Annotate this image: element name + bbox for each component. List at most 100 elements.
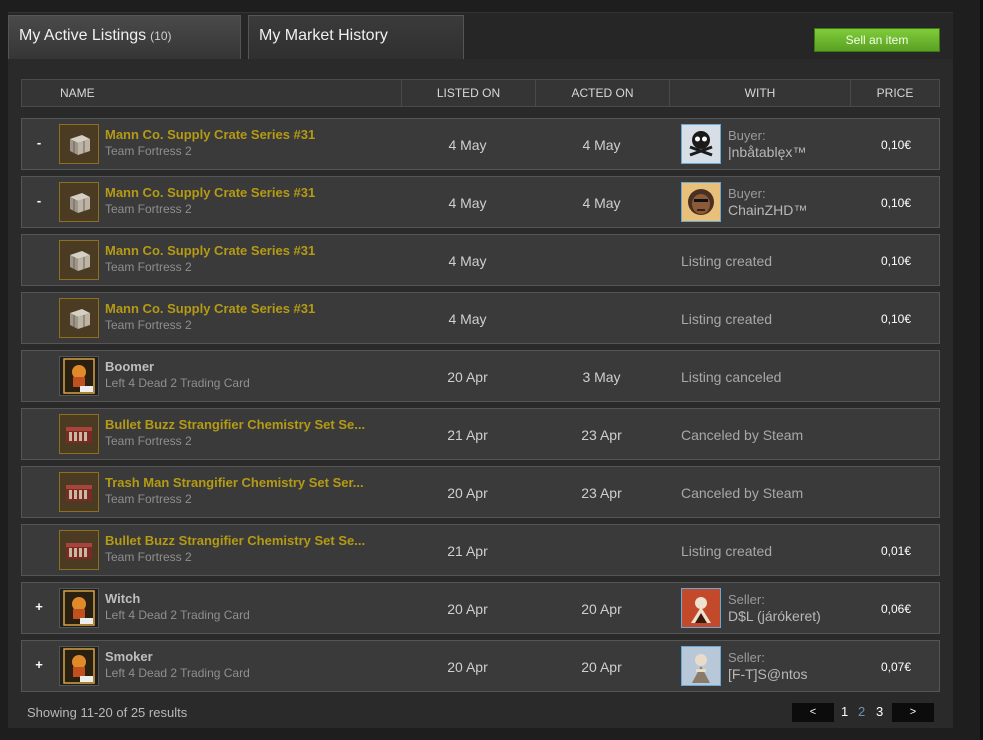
partner-name-link[interactable]: [F-T]S@ntos	[728, 666, 808, 682]
listing-status: Listing created	[681, 543, 773, 559]
game-name: Left 4 Dead 2 Trading Card	[105, 666, 250, 680]
tab-bar: My Active Listings (10) My Market History…	[8, 12, 953, 60]
game-name: Team Fortress 2	[105, 202, 192, 216]
previous-page-button[interactable]: <	[792, 703, 834, 722]
collapse-toggle[interactable]: -	[32, 193, 46, 209]
sell-an-item-button[interactable]: Sell an item	[814, 28, 940, 52]
tab-my-active-listings[interactable]: My Active Listings (10)	[8, 15, 241, 60]
listed-on-date: 20 Apr	[447, 485, 488, 501]
item-name-link[interactable]: Mann Co. Supply Crate Series #31	[105, 301, 403, 316]
table-row: + Smoker Left 4 Dead 2 Trading Card 20 Apr 2…	[21, 640, 940, 692]
column-header-name: NAME	[60, 86, 95, 100]
listing-status: Listing created	[681, 311, 773, 327]
game-name: Team Fortress 2	[105, 260, 192, 274]
acted-on-date: 20 Apr	[581, 601, 622, 617]
tab-my-market-history[interactable]: My Market History	[248, 15, 464, 60]
partner-role: Seller:	[728, 650, 765, 665]
acted-on-date: 4 May	[582, 195, 621, 211]
red-avatar[interactable]	[681, 588, 721, 628]
column-header-acted-on: ACTED ON	[535, 80, 669, 106]
page-3-link[interactable]: 3	[876, 704, 883, 719]
collapse-toggle[interactable]: -	[32, 135, 46, 151]
chemistry-set-icon[interactable]	[59, 414, 99, 454]
face-avatar[interactable]	[681, 182, 721, 222]
crate-icon[interactable]	[59, 240, 99, 280]
price: 0,10€	[880, 312, 912, 326]
price: 0,10€	[880, 196, 912, 210]
trade-partner: Buyer: ChainZHD™	[728, 186, 807, 218]
item-name-link[interactable]: Bullet Buzz Strangifier Chemistry Set Se…	[105, 533, 403, 548]
game-name: Team Fortress 2	[105, 318, 192, 332]
page-2-link[interactable]: 2	[858, 704, 865, 719]
l4d2-card-icon[interactable]	[59, 646, 99, 686]
listing-status: Listing created	[681, 253, 773, 269]
game-name: Team Fortress 2	[105, 144, 192, 158]
trade-partner: Seller: [F-T]S@ntos	[728, 650, 808, 682]
skull-avatar[interactable]	[681, 124, 721, 164]
listing-status: Canceled by Steam	[681, 485, 804, 501]
item-name-link[interactable]: Witch	[105, 591, 403, 606]
trade-partner: Buyer: |nbåtablęx™	[728, 128, 806, 160]
column-header-listed-on: LISTED ON	[401, 80, 535, 106]
item-name-link[interactable]: Bullet Buzz Strangifier Chemistry Set Se…	[105, 417, 403, 432]
acted-on-date: 23 Apr	[581, 485, 622, 501]
acted-on-date: 23 Apr	[581, 427, 622, 443]
game-name: Left 4 Dead 2 Trading Card	[105, 608, 250, 622]
trade-partner: Seller: D$L (járókeret)	[728, 592, 821, 624]
column-header-price: PRICE	[850, 80, 939, 106]
item-name-link[interactable]: Mann Co. Supply Crate Series #31	[105, 243, 403, 258]
acted-on-date: 20 Apr	[581, 659, 622, 675]
partner-name-link[interactable]: ChainZHD™	[728, 202, 807, 218]
crate-icon[interactable]	[59, 298, 99, 338]
table-row: + Witch Left 4 Dead 2 Trading Card 20 Apr 20…	[21, 582, 940, 634]
chemistry-set-icon[interactable]	[59, 472, 99, 512]
column-header-with: WITH	[669, 80, 850, 106]
listed-on-date: 4 May	[448, 137, 487, 153]
tab-label: My Active Listings	[19, 27, 147, 44]
tab-label: My Market History	[259, 27, 388, 44]
listed-on-date: 20 Apr	[447, 369, 488, 385]
crate-icon[interactable]	[59, 182, 99, 222]
listed-on-date: 4 May	[448, 253, 487, 269]
item-name-link[interactable]: Mann Co. Supply Crate Series #31	[105, 127, 403, 142]
acted-on-date: 3 May	[582, 369, 621, 385]
item-name-link[interactable]: Trash Man Strangifier Chemistry Set Ser.…	[105, 475, 403, 490]
price: 0,06€	[880, 602, 912, 616]
l4d2-card-icon[interactable]	[59, 356, 99, 396]
expand-toggle[interactable]: +	[32, 599, 46, 615]
listed-on-date: 4 May	[448, 195, 487, 211]
table-row: - Mann Co. Supply Crate Series #31 Team Fo…	[21, 176, 940, 228]
partner-role: Buyer:	[728, 186, 766, 201]
game-name: Team Fortress 2	[105, 550, 192, 564]
expand-toggle[interactable]: +	[32, 657, 46, 673]
game-name: Left 4 Dead 2 Trading Card	[105, 376, 250, 390]
table-row: Bullet Buzz Strangifier Chemistry Set Se…	[21, 408, 940, 460]
game-name: Team Fortress 2	[105, 492, 192, 506]
table-header: NAME LISTED ON ACTED ON WITH PRICE	[21, 79, 940, 107]
table-row: - Mann Co. Supply Crate Series #31 Team Fo…	[21, 118, 940, 170]
partner-name-link[interactable]: |nbåtablęx™	[728, 144, 806, 160]
table-row: Mann Co. Supply Crate Series #31 Team For…	[21, 234, 940, 286]
tab-count: (10)	[150, 29, 172, 43]
item-name-link[interactable]: Smoker	[105, 649, 403, 664]
acted-on-date: 4 May	[582, 137, 621, 153]
crate-icon[interactable]	[59, 124, 99, 164]
listed-on-date: 20 Apr	[447, 659, 488, 675]
l4d2-card-icon[interactable]	[59, 588, 99, 628]
partner-name-link[interactable]: D$L (járókeret)	[728, 608, 821, 624]
item-name-link[interactable]: Mann Co. Supply Crate Series #31	[105, 185, 403, 200]
price: 0,10€	[880, 254, 912, 268]
results-count: Showing 11-20 of 25 results	[27, 705, 188, 720]
table-row: Boomer Left 4 Dead 2 Trading Card 20 Apr 3 …	[21, 350, 940, 402]
chemistry-set-icon[interactable]	[59, 530, 99, 570]
partner-role: Seller:	[728, 592, 765, 607]
table-row: Trash Man Strangifier Chemistry Set Ser.…	[21, 466, 940, 518]
figure-avatar[interactable]	[681, 646, 721, 686]
table-row: Bullet Buzz Strangifier Chemistry Set Se…	[21, 524, 940, 576]
listed-on-date: 21 Apr	[447, 427, 488, 443]
next-page-button[interactable]: >	[892, 703, 934, 722]
partner-role: Buyer:	[728, 128, 766, 143]
item-name-link[interactable]: Boomer	[105, 359, 403, 374]
listed-on-date: 4 May	[448, 311, 487, 327]
page-1-link[interactable]: 1	[841, 704, 848, 719]
